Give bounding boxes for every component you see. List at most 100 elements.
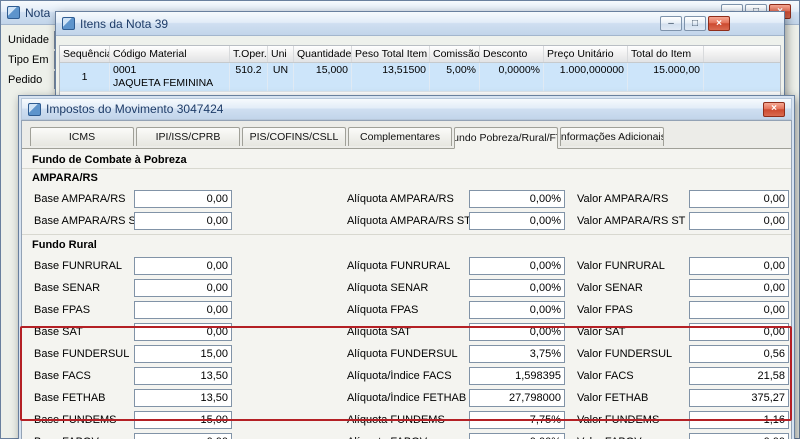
label-valor-fpas: Valor FPAS (577, 304, 633, 316)
nota-title: Nota (25, 5, 51, 20)
input-base-fethab[interactable]: 13,50 (134, 389, 232, 407)
label-aliquota-fundersul: Alíquota FUNDERSUL (347, 348, 458, 360)
tab-ipi-iss-cprb[interactable]: IPI/ISS/CPRB (136, 127, 240, 146)
form-icon (28, 102, 41, 116)
column-header-sequencia[interactable]: Sequência (60, 46, 110, 62)
column-header-comissao[interactable]: Comissão (430, 46, 480, 62)
label-valor-funrural: Valor FUNRURAL (577, 260, 665, 272)
input-aliquota-fundersul[interactable]: 3,75% (469, 345, 565, 363)
column-header-desconto[interactable]: Desconto (480, 46, 544, 62)
form-row-base-ampara-rs: Base AMPARA/RS 0,00 Alíquota AMPARA/RS 0,00… (34, 190, 791, 208)
input-valor-sat[interactable]: 0,00 (689, 323, 789, 341)
input-aliquota-indice-facs[interactable]: 1,598395 (469, 367, 565, 385)
cell-total-do-item[interactable]: 15.000,00 (628, 63, 704, 91)
maximize-button[interactable]: □ (684, 16, 706, 31)
input-aliquota-fabov[interactable]: 0,00% (469, 433, 565, 439)
group-separator (22, 168, 791, 169)
input-valor-fabov[interactable]: 0,00 (689, 433, 789, 439)
section-title-ampara-rs: AMPARA/RS (32, 172, 98, 184)
minimize-button[interactable]: – (660, 16, 682, 31)
input-aliquota-funrural[interactable]: 0,00% (469, 257, 565, 275)
input-base-ampara-rs[interactable]: 0,00 (134, 190, 232, 208)
input-base-fundersul[interactable]: 15,00 (134, 345, 232, 363)
input-aliquota-fundems[interactable]: 7,75% (469, 411, 565, 429)
column-header-filler (704, 46, 780, 62)
input-valor-facs[interactable]: 21,58 (689, 367, 789, 385)
label-base-senar: Base SENAR (34, 282, 101, 294)
column-header-t-oper[interactable]: T.Oper. (230, 46, 268, 62)
input-aliquota-sat[interactable]: 0,00% (469, 323, 565, 341)
label-base-fethab: Base FETHAB (34, 392, 106, 404)
form-row-base-sat: Base SAT 0,00 Alíquota SAT 0,00% Valor SAT 0,… (34, 323, 791, 341)
input-aliquota-ampara-rs-st[interactable]: 0,00% (469, 212, 565, 230)
column-header-peso-total-item[interactable]: Peso Total Item (352, 46, 430, 62)
impostos-title: Impostos do Movimento 3047424 (46, 102, 224, 116)
label-valor-fundems: Valor FUNDEMS (577, 414, 660, 426)
table-row-selected[interactable]: 1 0001 JAQUETA FEMININA 510.2 UN 15,000 13,51… (60, 63, 780, 92)
label-valor-sat: Valor SAT (577, 326, 626, 338)
input-base-ampara-rs-st[interactable]: 0,00 (134, 212, 232, 230)
form-row-base-fundems: Base FUNDEMS 15,00 Alíquota FUNDEMS 7,75% Va… (34, 411, 791, 429)
input-valor-senar[interactable]: 0,00 (689, 279, 789, 297)
cell-desconto[interactable]: 0,0000% (480, 63, 544, 91)
cell-sequencia[interactable]: 1 (60, 63, 110, 91)
input-base-senar[interactable]: 0,00 (134, 279, 232, 297)
cell-filler (704, 63, 780, 91)
cell-quantidade[interactable]: 15,000 (294, 63, 352, 91)
column-header-quantidade[interactable]: Quantidade (294, 46, 352, 62)
input-base-fabov[interactable]: 0,00 (134, 433, 232, 439)
tab-fundo-pobreza-rural-fti[interactable]: Fundo Pobreza/Rural/FTI (454, 127, 558, 149)
section-separator (22, 234, 791, 235)
input-base-fundems[interactable]: 15,00 (134, 411, 232, 429)
tab-pis-cofins-csll[interactable]: PIS/COFINS/CSLL (242, 127, 346, 146)
itens-titlebar[interactable]: Itens da Nota 39 – □ × (56, 12, 784, 36)
cell-preco-unitario[interactable]: 1.000,000000 (544, 63, 628, 91)
label-valor-facs: Valor FACS (577, 370, 634, 382)
input-aliquota-indice-fethab[interactable]: 27,798000 (469, 389, 565, 407)
tab-icms[interactable]: ICMS (30, 127, 134, 146)
input-base-funrural[interactable]: 0,00 (134, 257, 232, 275)
close-button[interactable]: × (763, 101, 785, 117)
input-valor-fundersul[interactable]: 0,56 (689, 345, 789, 363)
impostos-client-area: ICMS IPI/ISS/CPRB PIS/COFINS/CSLL Complemen… (21, 120, 792, 439)
input-valor-fpas[interactable]: 0,00 (689, 301, 789, 319)
cell-uni[interactable]: UN (268, 63, 294, 91)
input-valor-ampara-rs-st[interactable]: 0,00 (689, 212, 789, 230)
label-aliquota-indice-fethab: Alíquota/Índice FETHAB (347, 392, 467, 404)
form-row-base-ampara-rs-st: Base AMPARA/RS ST 0,00 Alíquota AMPARA/RS … (34, 212, 791, 230)
label-aliquota-ampara-rs-st: Alíquota AMPARA/RS ST (347, 215, 469, 227)
tab-bar: ICMS IPI/ISS/CPRB PIS/COFINS/CSLL Complemen… (22, 121, 791, 149)
label-base-fundems: Base FUNDEMS (34, 414, 117, 426)
input-base-sat[interactable]: 0,00 (134, 323, 232, 341)
impostos-titlebar[interactable]: Impostos do Movimento 3047424 × (21, 98, 792, 120)
cell-t-oper[interactable]: 510.2 (230, 63, 268, 91)
input-valor-fundems[interactable]: 1,16 (689, 411, 789, 429)
column-header-preco-unitario[interactable]: Preço Unitário (544, 46, 628, 62)
input-valor-funrural[interactable]: 0,00 (689, 257, 789, 275)
tab-complementares[interactable]: Complementares (348, 127, 452, 146)
desktop: Nota – □ × Unidade Tipo Em Pedido It (0, 0, 800, 439)
label-aliquota-funrural: Alíquota FUNRURAL (347, 260, 451, 272)
input-valor-ampara-rs[interactable]: 0,00 (689, 190, 789, 208)
unidade-label: Unidade (8, 34, 49, 46)
input-aliquota-senar[interactable]: 0,00% (469, 279, 565, 297)
cell-peso-total-item[interactable]: 13,51500 (352, 63, 430, 91)
column-header-codigo-material[interactable]: Código Material (110, 46, 230, 62)
itens-window-buttons: – □ × (660, 16, 730, 31)
input-aliquota-ampara-rs[interactable]: 0,00% (469, 190, 565, 208)
input-base-fpas[interactable]: 0,00 (134, 301, 232, 319)
itens-table-header: Sequência Código Material T.Oper. Uni Quanti… (60, 46, 780, 63)
tab-informacoes-adicionais[interactable]: Informações Adicionais (560, 127, 664, 146)
cell-codigo-material[interactable]: 0001 JAQUETA FEMININA (110, 63, 230, 91)
input-aliquota-fpas[interactable]: 0,00% (469, 301, 565, 319)
close-button[interactable]: × (708, 16, 730, 31)
column-header-total-do-item[interactable]: Total do Item (628, 46, 704, 62)
column-header-uni[interactable]: Uni (268, 46, 294, 62)
label-aliquota-fundems: Alíquota FUNDEMS (347, 414, 445, 426)
input-base-facs[interactable]: 13,50 (134, 367, 232, 385)
form-row-base-fethab: Base FETHAB 13,50 Alíquota/Índice FETHAB 27… (34, 389, 791, 407)
cell-comissao[interactable]: 5,00% (430, 63, 480, 91)
label-base-ampara-rs: Base AMPARA/RS (34, 193, 126, 205)
label-aliquota-senar: Alíquota SENAR (347, 282, 429, 294)
input-valor-fethab[interactable]: 375,27 (689, 389, 789, 407)
